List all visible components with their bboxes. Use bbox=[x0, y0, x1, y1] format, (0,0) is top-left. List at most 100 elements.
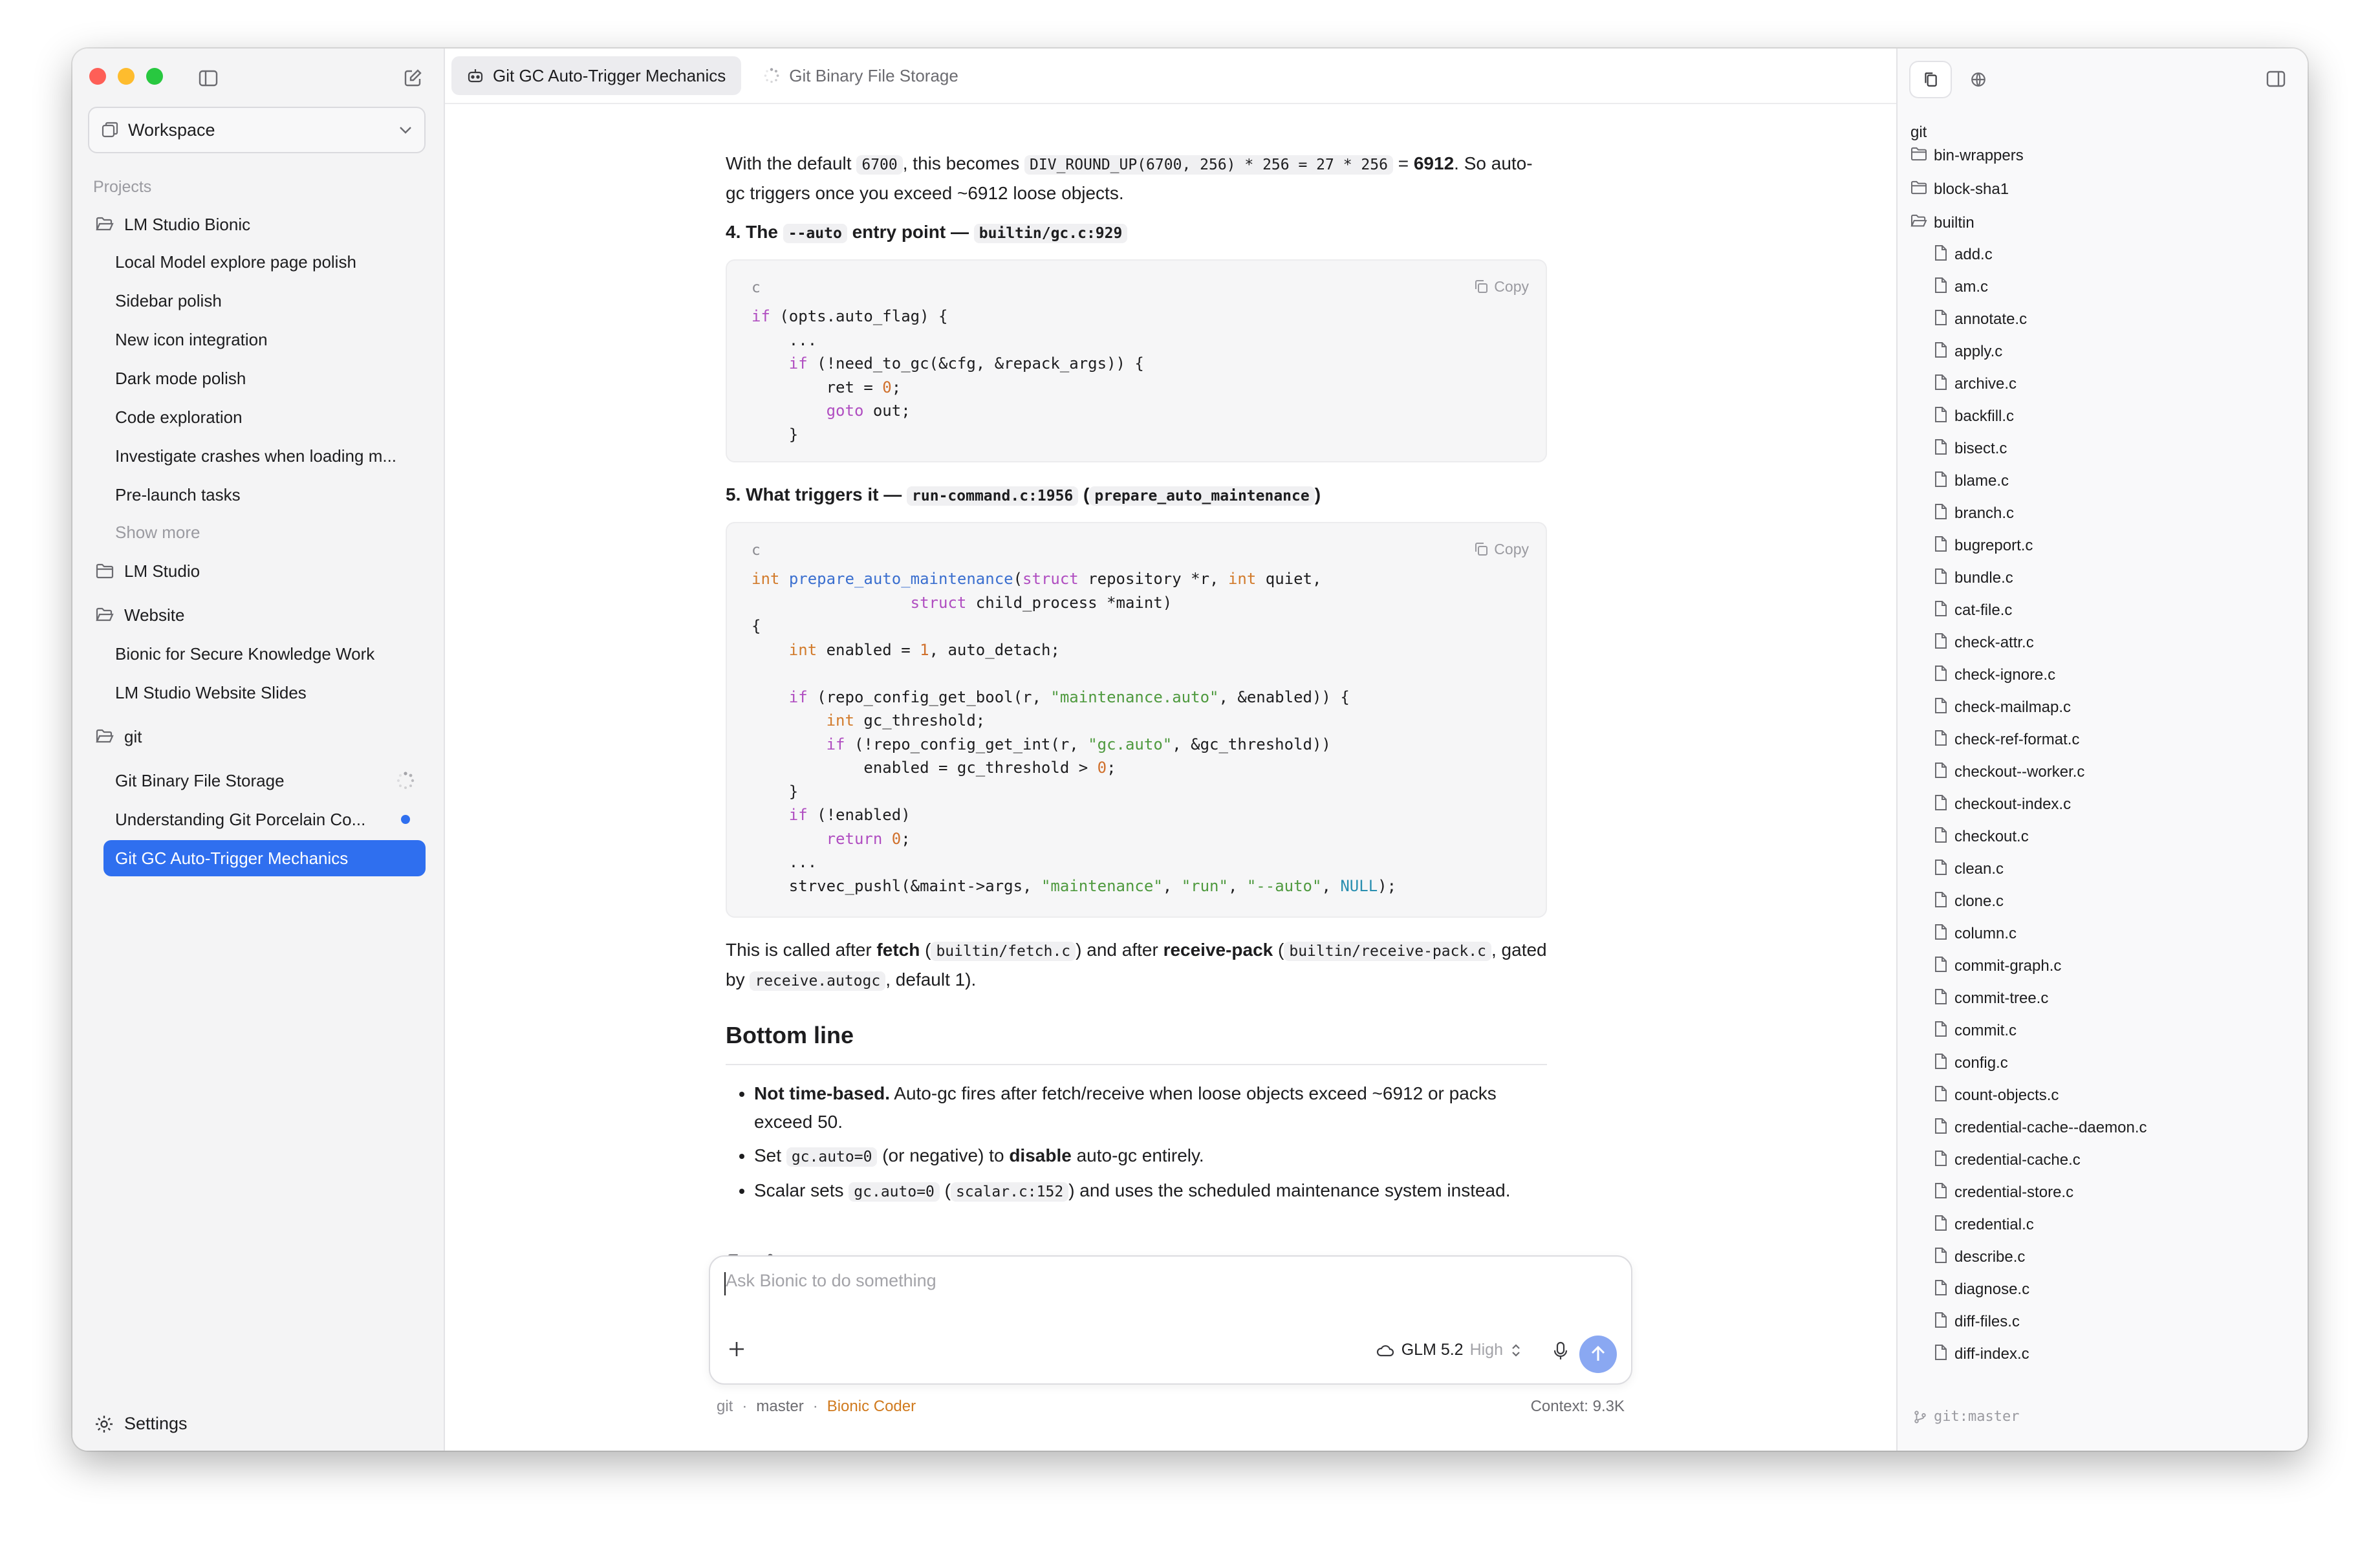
tree-file[interactable]: count-objects.c bbox=[1934, 1083, 2059, 1109]
tree-label: credential-cache.c bbox=[1954, 1151, 2081, 1169]
composer[interactable]: Ask Bionic to do something GLM 5.2 High bbox=[709, 1255, 1632, 1385]
tab-git-binary-file-storage[interactable]: Git Binary File Storage bbox=[748, 56, 974, 95]
tree-file[interactable]: checkout.c bbox=[1934, 824, 2029, 850]
tree-file[interactable]: check-attr.c bbox=[1934, 630, 2034, 656]
tree-file[interactable]: apply.c bbox=[1934, 339, 2002, 365]
minimize-window-button[interactable] bbox=[118, 68, 135, 85]
tab-git-gc-auto-trigger[interactable]: Git GC Auto-Trigger Mechanics bbox=[451, 56, 742, 95]
prompt-input[interactable]: Ask Bionic to do something bbox=[726, 1271, 936, 1291]
chat-item[interactable]: Bionic for Secure Knowledge Work bbox=[103, 636, 426, 672]
chat-item[interactable]: LM Studio Website Slides bbox=[103, 675, 426, 711]
tree-file[interactable]: credential-store.c bbox=[1934, 1180, 2073, 1206]
show-more-link[interactable]: Show more bbox=[103, 514, 426, 550]
branch-name[interactable]: master bbox=[756, 1398, 803, 1416]
tree-file[interactable]: bugreport.c bbox=[1934, 533, 2033, 559]
chat-item[interactable]: Dark mode polish bbox=[103, 360, 426, 396]
tree-label: column.c bbox=[1954, 925, 2017, 942]
text: Scalar sets bbox=[754, 1180, 849, 1200]
microphone-button[interactable] bbox=[1552, 1341, 1569, 1365]
chat-item[interactable]: Git Binary File Storage bbox=[103, 763, 426, 799]
repo-name[interactable]: git bbox=[717, 1398, 733, 1416]
tree-file[interactable]: check-mailmap.c bbox=[1934, 695, 2071, 720]
tree-file[interactable]: checkout--worker.c bbox=[1934, 759, 2084, 785]
tree-file[interactable]: bundle.c bbox=[1934, 565, 2013, 591]
project-lm-studio[interactable]: LM Studio bbox=[88, 553, 426, 589]
chat-item[interactable]: Local Model explore page polish bbox=[103, 244, 426, 280]
divider bbox=[726, 1064, 1547, 1065]
project-label: Website bbox=[124, 605, 185, 625]
tree-file[interactable]: add.c bbox=[1934, 242, 1993, 268]
tree-label: count-objects.c bbox=[1954, 1087, 2059, 1104]
chat-item[interactable]: Pre-launch tasks bbox=[103, 477, 426, 513]
tree-file[interactable]: clean.c bbox=[1934, 856, 2004, 882]
zoom-window-button[interactable] bbox=[146, 68, 163, 85]
close-window-button[interactable] bbox=[89, 68, 106, 85]
tree-file[interactable]: commit-tree.c bbox=[1934, 986, 2048, 1012]
copy-code-button[interactable]: Copy bbox=[1473, 272, 1529, 301]
tree-file[interactable]: column.c bbox=[1934, 921, 2017, 947]
project-website[interactable]: Website bbox=[88, 597, 426, 633]
folder-icon bbox=[1910, 147, 1927, 166]
context-usage: Context: 9.3K bbox=[1530, 1398, 1625, 1415]
text: ( bbox=[1078, 484, 1090, 504]
tree-file[interactable]: diagnose.c bbox=[1934, 1277, 2029, 1303]
files-view-button[interactable] bbox=[1910, 62, 1951, 97]
tree-file[interactable]: bisect.c bbox=[1934, 436, 2007, 462]
bold-text: 6912 bbox=[1413, 153, 1455, 173]
tree-label: bin-wrappers bbox=[1934, 147, 2024, 164]
tree-file[interactable]: cat-file.c bbox=[1934, 598, 2012, 623]
tree-folder-bin-wrappers[interactable]: bin-wrappers bbox=[1910, 143, 2024, 169]
chat-item[interactable]: Understanding Git Porcelain Co... bbox=[103, 801, 426, 838]
tree-file[interactable]: credential-cache.c bbox=[1934, 1147, 2081, 1173]
project-git[interactable]: git bbox=[88, 719, 426, 755]
show-more-label: Show more bbox=[115, 522, 200, 542]
tree-file[interactable]: diff-files.c bbox=[1934, 1309, 2020, 1335]
tree-folder-block-sha1[interactable]: block-sha1 bbox=[1910, 177, 2009, 202]
file-icon bbox=[1934, 1085, 1948, 1107]
tree-file[interactable]: commit-graph.c bbox=[1934, 953, 2061, 979]
tree-file[interactable]: commit.c bbox=[1934, 1018, 2017, 1044]
list-item: Scalar sets gc.auto=0 (scalar.c:152) and… bbox=[754, 1176, 1547, 1206]
text: ) and after bbox=[1076, 940, 1163, 960]
chat-item[interactable]: Code exploration bbox=[103, 399, 426, 435]
toggle-sidebar-icon[interactable] bbox=[195, 65, 221, 91]
tree-file[interactable]: check-ref-format.c bbox=[1934, 727, 2079, 753]
tree-file[interactable]: annotate.c bbox=[1934, 307, 2027, 332]
workspace-selector[interactable]: Workspace bbox=[88, 107, 426, 153]
tree-root[interactable]: git bbox=[1910, 120, 1927, 146]
chat-item[interactable]: Sidebar polish bbox=[103, 283, 426, 319]
toggle-right-panel-button[interactable] bbox=[2256, 61, 2296, 96]
tree-file[interactable]: checkout-index.c bbox=[1934, 792, 2071, 817]
tree-file[interactable]: credential-cache--daemon.c bbox=[1934, 1115, 2147, 1141]
agent-name[interactable]: Bionic Coder bbox=[827, 1398, 916, 1416]
workspace-label: Workspace bbox=[128, 120, 215, 140]
step-heading: 4. The --auto entry point — builtin/gc.c… bbox=[726, 218, 1128, 248]
model-selector[interactable]: GLM 5.2 High bbox=[1376, 1341, 1521, 1359]
tree-file[interactable]: diff-index.c bbox=[1934, 1341, 2029, 1367]
chat-item[interactable]: Investigate crashes when loading m... bbox=[103, 438, 426, 474]
tree-file[interactable]: credential.c bbox=[1934, 1212, 2034, 1238]
code-block: c Copy if (opts.auto_flag) { ... if (!ne… bbox=[726, 259, 1547, 462]
tree-file[interactable]: am.c bbox=[1934, 274, 1988, 300]
attach-button[interactable] bbox=[727, 1339, 746, 1362]
tree-file[interactable]: config.c bbox=[1934, 1050, 2008, 1076]
chat-item-active[interactable]: Git GC Auto-Trigger Mechanics bbox=[103, 840, 426, 876]
tree-file[interactable]: archive.c bbox=[1934, 371, 2017, 397]
tree-file[interactable]: check-ignore.c bbox=[1934, 662, 2055, 688]
send-button[interactable] bbox=[1579, 1336, 1617, 1373]
new-chat-icon[interactable] bbox=[400, 65, 426, 91]
tree-label: check-attr.c bbox=[1954, 634, 2034, 651]
chat-label: Pre-launch tasks bbox=[115, 484, 241, 504]
tree-label: bugreport.c bbox=[1954, 537, 2033, 554]
tree-file[interactable]: describe.c bbox=[1934, 1244, 2025, 1270]
project-lm-studio-bionic[interactable]: LM Studio Bionic bbox=[88, 206, 426, 243]
tree-file[interactable]: backfill.c bbox=[1934, 404, 2014, 429]
tree-file[interactable]: blame.c bbox=[1934, 468, 2009, 494]
web-view-button[interactable] bbox=[1958, 62, 1998, 97]
tree-folder-builtin[interactable]: builtin bbox=[1910, 210, 1974, 236]
copy-code-button[interactable]: Copy bbox=[1473, 535, 1529, 563]
tree-file[interactable]: branch.c bbox=[1934, 501, 2014, 526]
settings-button[interactable]: Settings bbox=[94, 1414, 188, 1434]
tree-file[interactable]: clone.c bbox=[1934, 889, 2004, 914]
chat-item[interactable]: New icon integration bbox=[103, 321, 426, 358]
